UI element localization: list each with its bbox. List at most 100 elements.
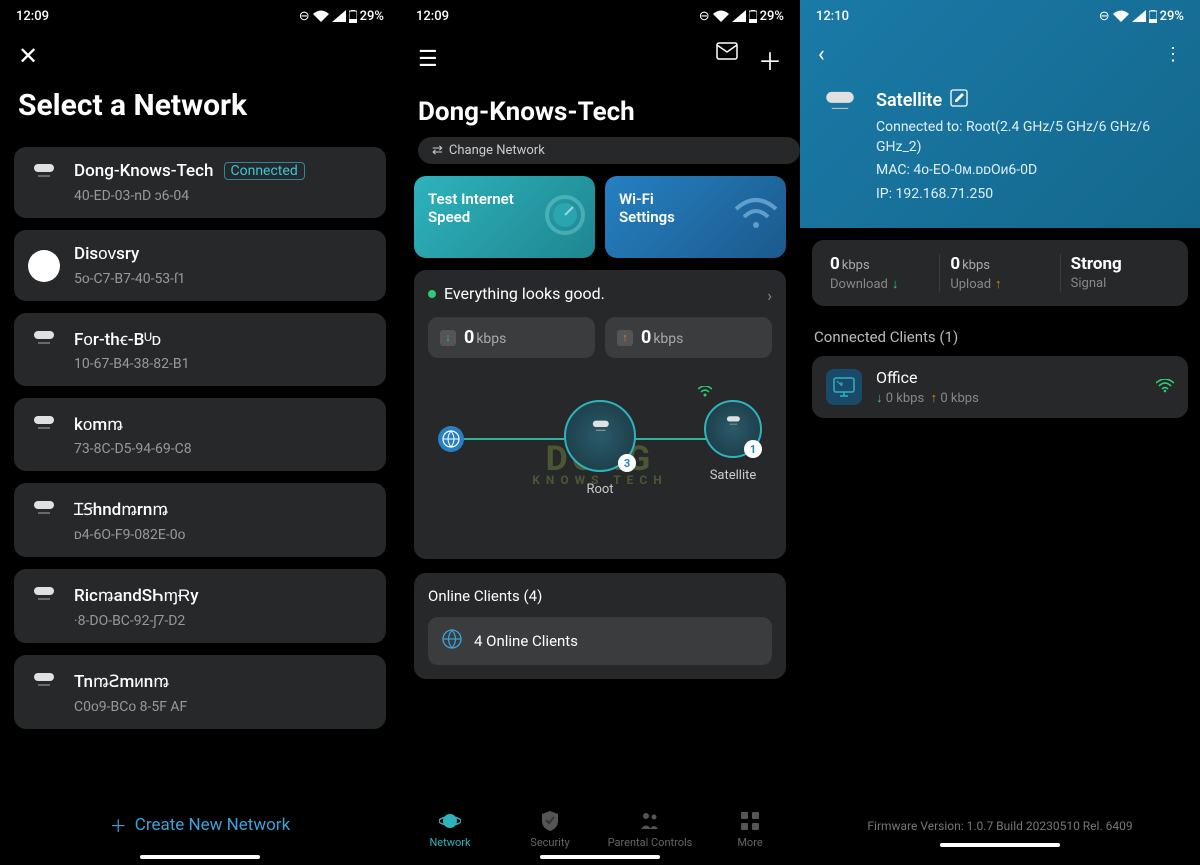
nav-parental[interactable]: Parental Controls [600, 810, 700, 849]
battery-icon [749, 10, 757, 23]
arrow-up-icon: ↑ [931, 391, 938, 406]
change-network-button[interactable]: ⇄ Change Network [418, 137, 800, 164]
status-bar: 12:10 ⊖ 29% [800, 0, 1200, 28]
nav-security[interactable]: Security [500, 810, 600, 849]
signal-icon [1132, 10, 1146, 22]
network-name: RicꬺandSҺɱɌy [74, 583, 199, 606]
network-item[interactable]: TnꬺꙄmᴎnꬺ C0ᴏ9-BCᴏ 8-5F AF [14, 655, 386, 729]
bottom-nav: Network Security Parental Controls More [400, 802, 800, 851]
home-indicator[interactable] [140, 855, 260, 859]
signal-stat: Strong Signal [1061, 254, 1180, 292]
status-time: 12:09 [16, 9, 49, 24]
network-name: Fᴏr-thꞓ-Bᵁᴅ [74, 327, 161, 350]
wifi-settings-button[interactable]: Wi-Fi Settings [605, 176, 786, 258]
network-title: Dong-Knows-Tech [418, 97, 782, 127]
network-item[interactable]: ꞮꞨhndꬺrnꬺ ᴅ4-6O-F9-082E-0ᴏ [14, 483, 386, 557]
ip-label: IP: 192.168.71.250 [876, 185, 1182, 205]
status-card[interactable]: Everything looks good. › ↓ 0kbps ↑ 0kbps… [414, 270, 786, 559]
client-speed: ↓ 0 kbps ↑ 0 kbps [876, 390, 1142, 406]
globe-icon [442, 629, 462, 653]
mail-icon[interactable] [716, 42, 738, 77]
dnd-icon: ⊖ [699, 9, 710, 24]
router-icon [28, 414, 60, 456]
page-title: Select a Network [18, 88, 400, 123]
status-bar: 12:09 ⊖ 29% [400, 0, 800, 28]
shield-icon [539, 810, 561, 832]
network-mac: 5ᴏ-C7-B7-40-53-ſ1 [74, 270, 372, 287]
network-mac: 73-8C-D5-94-69-C8 [74, 441, 372, 457]
wifi-icon [734, 197, 778, 237]
create-network-button[interactable]: ＋ Create New Network [0, 798, 400, 851]
network-item[interactable]: RicꬺandSҺɱɌy ·8-DO-BC-92-ʃ7-D2 [14, 569, 386, 643]
more-icon[interactable]: ⋮ [1164, 44, 1182, 65]
battery-icon [349, 10, 357, 23]
arrow-down-icon: ↓ [440, 330, 456, 346]
swap-icon: ⇄ [432, 143, 443, 158]
root-node[interactable]: 3 Root [564, 400, 636, 497]
monitor-icon [826, 369, 862, 405]
connected-clients-header: Connected Clients (1) [814, 328, 1186, 346]
router-icon [818, 89, 862, 147]
stats-row: 0kbps Download↓ 0kbps Upload↑ Strong Sig… [812, 240, 1188, 306]
network-name: Disᴏᴠsry [74, 244, 139, 264]
wifi-strength-icon [1156, 378, 1174, 397]
router-icon [28, 585, 60, 627]
wifi-icon [313, 10, 329, 22]
add-icon[interactable]: ＋ [758, 42, 782, 77]
internet-node-icon[interactable] [438, 426, 464, 452]
gauge-icon [543, 193, 587, 241]
firmware-version: Firmware Version: 1.0.7 Build 20230510 R… [812, 809, 1188, 839]
router-icon [28, 329, 60, 371]
arrow-down-icon: ↓ [892, 276, 899, 292]
network-list[interactable]: Dong-Knows-Tech Connected 40-ED-03-nD ɔ6… [0, 147, 400, 798]
wifi-icon [713, 10, 729, 22]
dnd-icon: ⊖ [299, 9, 310, 24]
close-icon[interactable]: ✕ [18, 42, 38, 70]
wifi-icon [1113, 10, 1129, 22]
network-item[interactable]: Disᴏᴠsry 5ᴏ-C7-B7-40-53-ſ1 [14, 230, 386, 301]
status-time: 12:09 [416, 9, 449, 24]
network-mac: ᴅ4-6O-F9-082E-0ᴏ [74, 526, 372, 543]
connected-badge: Connected [224, 162, 305, 180]
home-indicator[interactable] [540, 855, 660, 859]
network-item[interactable]: Dong-Knows-Tech Connected 40-ED-03-nD ɔ6… [14, 147, 386, 218]
nav-more[interactable]: More [700, 810, 800, 849]
network-mac: 10-67-B4-38-82-B1 [74, 356, 372, 372]
battery-pct: 29% [360, 9, 384, 24]
device-name: Satellite [876, 90, 942, 111]
network-mac: 40-ED-03-nD ɔ6-04 [74, 187, 372, 204]
planet-icon [439, 810, 461, 832]
upload-speed: ↑ 0kbps [605, 317, 772, 358]
wifi-link-icon [698, 386, 712, 401]
signal-icon [332, 10, 346, 22]
arrow-up-icon: ↑ [617, 330, 633, 346]
status-icons: ⊖ 29% [1099, 9, 1184, 24]
network-name: kᴏmꬺ [74, 412, 123, 435]
online-clients-row[interactable]: 4 Online Clients [428, 617, 772, 665]
test-speed-button[interactable]: Test Internet Speed [414, 176, 595, 258]
router-icon [28, 162, 60, 204]
status-icons: ⊖ 29% [699, 9, 784, 24]
parental-icon [639, 810, 661, 832]
router-icon [28, 671, 60, 713]
back-icon[interactable]: ‹ [818, 42, 825, 67]
status-time: 12:10 [816, 9, 849, 24]
network-item[interactable]: kᴏmꬺ 73-8C-D5-94-69-C8 [14, 398, 386, 471]
network-item[interactable]: Fᴏr-thꞓ-Bᵁᴅ 10-67-B4-38-82-B1 [14, 313, 386, 386]
satellite-node[interactable]: 1 Satellite [704, 400, 762, 483]
nav-network[interactable]: Network [400, 810, 500, 849]
status-dot-icon [428, 290, 436, 298]
client-row[interactable]: Office ↓ 0 kbps ↑ 0 kbps [812, 356, 1188, 418]
network-name: TnꬺꙄmᴎnꬺ [74, 669, 169, 692]
arrow-up-icon: ↑ [995, 276, 1002, 292]
battery-icon [1149, 10, 1157, 23]
network-name: Dong-Knows-Tech [74, 161, 214, 181]
online-clients-card[interactable]: Online Clients (4) 4 Online Clients [414, 573, 786, 679]
dnd-icon: ⊖ [1099, 9, 1110, 24]
router-icon [28, 499, 60, 541]
home-indicator[interactable] [940, 843, 1060, 847]
edit-icon[interactable] [950, 89, 968, 112]
arrow-down-icon: ↓ [876, 391, 883, 406]
grid-icon [739, 810, 761, 832]
menu-icon[interactable]: ☰ [418, 47, 438, 72]
